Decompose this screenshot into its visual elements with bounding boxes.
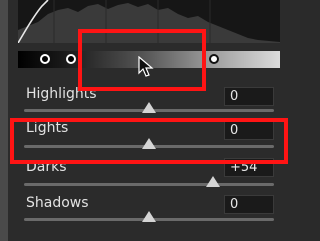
highlights-slider-thumb[interactable] xyxy=(142,102,156,113)
annotation-box-lights xyxy=(10,118,288,164)
panel-edge xyxy=(0,0,8,241)
shadows-label: Shadows xyxy=(26,195,89,211)
darks-slider-thumb[interactable] xyxy=(206,176,220,187)
shadows-slider-thumb[interactable] xyxy=(142,211,156,222)
annotation-box-gradient xyxy=(78,29,206,91)
split-handle-highlights[interactable] xyxy=(209,54,219,64)
split-handle-midtones[interactable] xyxy=(66,54,76,64)
split-handle-shadows[interactable] xyxy=(40,54,50,64)
shadows-value-field[interactable]: 0 xyxy=(224,195,274,214)
darks-slider-track[interactable] xyxy=(24,183,274,186)
highlights-value-field[interactable]: 0 xyxy=(224,87,274,106)
tone-curve-panel: Highlights 0 Lights 0 Darks +54 Shadows … xyxy=(0,0,300,241)
